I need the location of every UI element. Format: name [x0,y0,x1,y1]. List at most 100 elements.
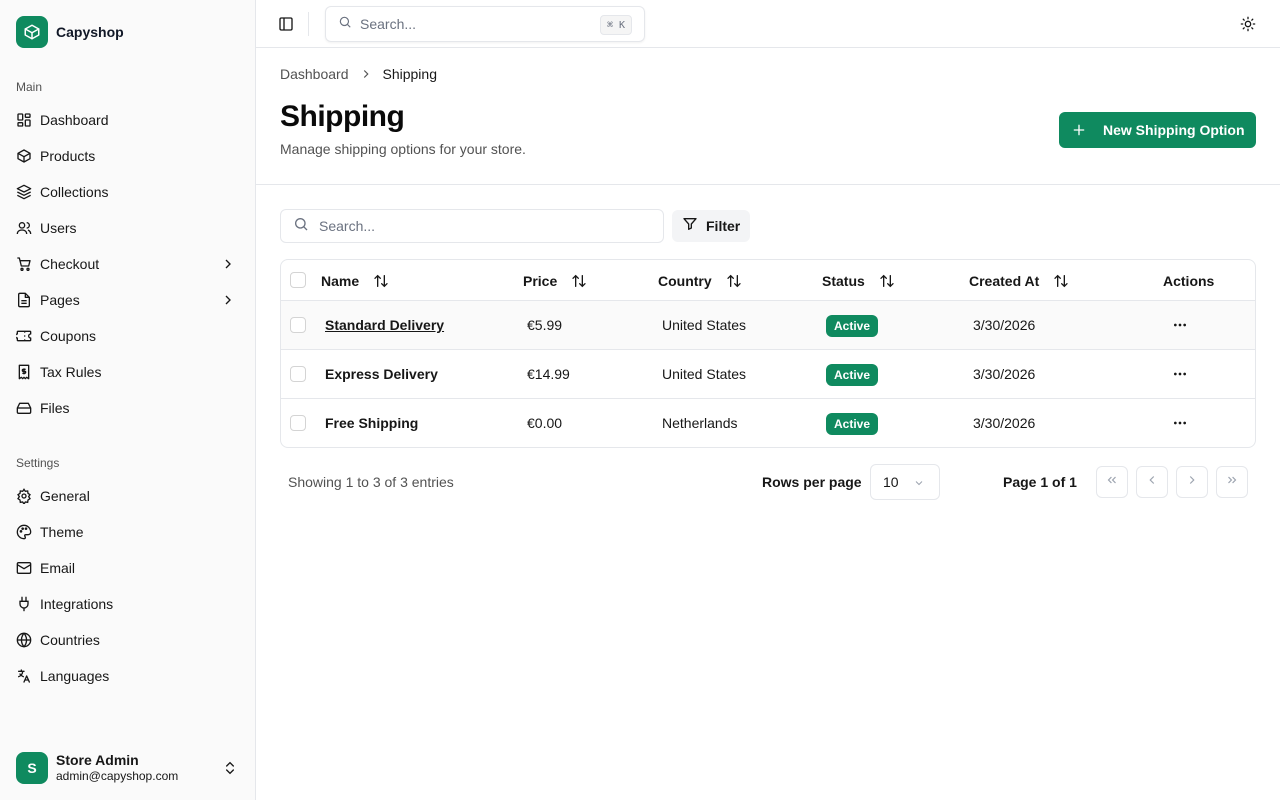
sidebar-item-tax-rules[interactable]: Tax Rules [8,356,248,388]
user-menu[interactable]: S Store Admin admin@capyshop.com [8,744,248,792]
status-badge: Active [826,364,879,386]
created-at: 3/30/2026 [973,317,1036,333]
plus-icon [1071,122,1087,138]
brand[interactable]: Capyshop [16,16,124,48]
topbar-divider [308,12,309,36]
column-header-name[interactable]: Name [321,272,389,290]
entries-summary: Showing 1 to 3 of 3 entries [288,474,454,490]
table-header: Name Price Country Status Created At Act… [281,260,1255,301]
row-checkbox[interactable] [290,415,306,431]
sort-icon [571,273,587,289]
last-page-button[interactable] [1216,466,1248,498]
shipping-country: Netherlands [662,415,738,431]
sun-icon[interactable] [1240,16,1256,32]
package-icon [16,16,48,48]
sidebar-item-countries[interactable]: Countries [8,624,248,656]
column-header-actions: Actions [1163,272,1214,290]
sidebar-item-label: Tax Rules [40,364,102,380]
sidebar-item-label: Theme [40,524,84,540]
column-header-country[interactable]: Country [658,272,742,290]
translate-icon [16,668,32,684]
rows-per-page-label: Rows per page [762,474,862,490]
sort-icon [1053,273,1069,289]
sidebar-item-label: Collections [40,184,109,200]
avatar: S [16,752,48,784]
search-icon [338,15,352,34]
sidebar-toggle-icon[interactable] [278,16,294,32]
more-horizontal-icon[interactable] [1168,364,1192,384]
shipping-name-link[interactable]: Express Delivery [325,365,438,383]
sidebar-item-users[interactable]: Users [8,212,248,244]
package-icon [16,148,32,164]
more-horizontal-icon[interactable] [1168,413,1192,433]
select-all-checkbox[interactable] [290,272,306,288]
sidebar-item-label: General [40,488,90,504]
first-page-button[interactable] [1096,466,1128,498]
column-header-label: Created At [969,273,1040,289]
column-header-created-at[interactable]: Created At [969,272,1069,290]
sidebar-item-label: Email [40,560,76,576]
sidebar-item-label: Pages [40,292,80,308]
sidebar-item-languages[interactable]: Languages [8,660,248,692]
breadcrumb-dashboard[interactable]: Dashboard [280,66,349,82]
shipping-table: Name Price Country Status Created At Act… [280,259,1256,448]
breadcrumb-current: Shipping [382,66,438,82]
sidebar-item-theme[interactable]: Theme [8,516,248,548]
next-page-button[interactable] [1176,466,1208,498]
row-checkbox[interactable] [290,317,306,333]
keyboard-shortcut: ⌘ K [599,15,632,35]
sidebar-item-files[interactable]: Files [8,392,248,424]
page-subtitle: Manage shipping options for your store. [280,141,526,157]
created-at: 3/30/2026 [973,366,1036,382]
filter-button[interactable]: Filter [672,210,750,242]
sidebar-item-collections[interactable]: Collections [8,176,248,208]
nav-group-main-label: Main [16,80,43,94]
page-title: Shipping [280,100,405,133]
shipping-name-link[interactable]: Standard Delivery [325,316,444,334]
previous-page-button[interactable] [1136,466,1168,498]
sidebar-item-dashboard[interactable]: Dashboard [8,104,248,136]
table-search-placeholder: Search... [319,218,376,234]
sidebar-item-products[interactable]: Products [8,140,248,172]
filter-label: Filter [706,218,741,234]
new-shipping-option-button[interactable]: New Shipping Option [1059,112,1256,148]
topbar: Search... ⌘ K [256,0,1280,48]
column-header-label: Actions [1163,273,1215,289]
shipping-price: €5.99 [527,317,563,333]
table-search-input[interactable]: Search... [280,209,664,243]
column-header-price[interactable]: Price [523,272,587,290]
more-horizontal-icon[interactable] [1168,315,1192,335]
shipping-price: €14.99 [527,366,570,382]
rows-per-page-value: 10 [883,474,899,490]
column-header-label: Name [321,273,360,289]
chevron-left-icon [1145,473,1159,492]
sidebar-item-label: Users [40,220,77,236]
search-icon [293,216,309,237]
sidebar-item-label: Dashboard [40,112,109,128]
sidebar-item-pages[interactable]: Pages [8,284,248,316]
created-at: 3/30/2026 [973,415,1036,431]
sidebar-item-email[interactable]: Email [8,552,248,584]
gear-icon [16,488,32,504]
breadcrumb: Dashboard Shipping [280,64,437,84]
layers-icon [16,184,32,200]
column-header-status[interactable]: Status [822,272,895,290]
table-row[interactable]: Free Shipping €0.00 Netherlands Active 3… [281,399,1255,447]
table-row[interactable]: Standard Delivery €5.99 United States Ac… [281,301,1255,350]
chevron-right-icon [220,256,236,272]
chevrons-left-icon [1105,473,1119,492]
shipping-country: United States [662,366,747,382]
sidebar-item-coupons[interactable]: Coupons [8,320,248,352]
column-header-label: Status [822,273,865,289]
table-row[interactable]: Express Delivery €14.99 United States Ac… [281,350,1255,399]
global-search-input[interactable]: Search... ⌘ K [325,6,645,42]
file-icon [16,292,32,308]
user-name: Store Admin [56,752,139,768]
shipping-name-link[interactable]: Free Shipping [325,414,418,432]
chevron-right-icon [220,292,236,308]
row-checkbox[interactable] [290,366,306,382]
sidebar-item-integrations[interactable]: Integrations [8,588,248,620]
sidebar-item-general[interactable]: General [8,480,248,512]
rows-per-page-select[interactable]: 10 [870,464,940,500]
sidebar-item-checkout[interactable]: Checkout [8,248,248,280]
